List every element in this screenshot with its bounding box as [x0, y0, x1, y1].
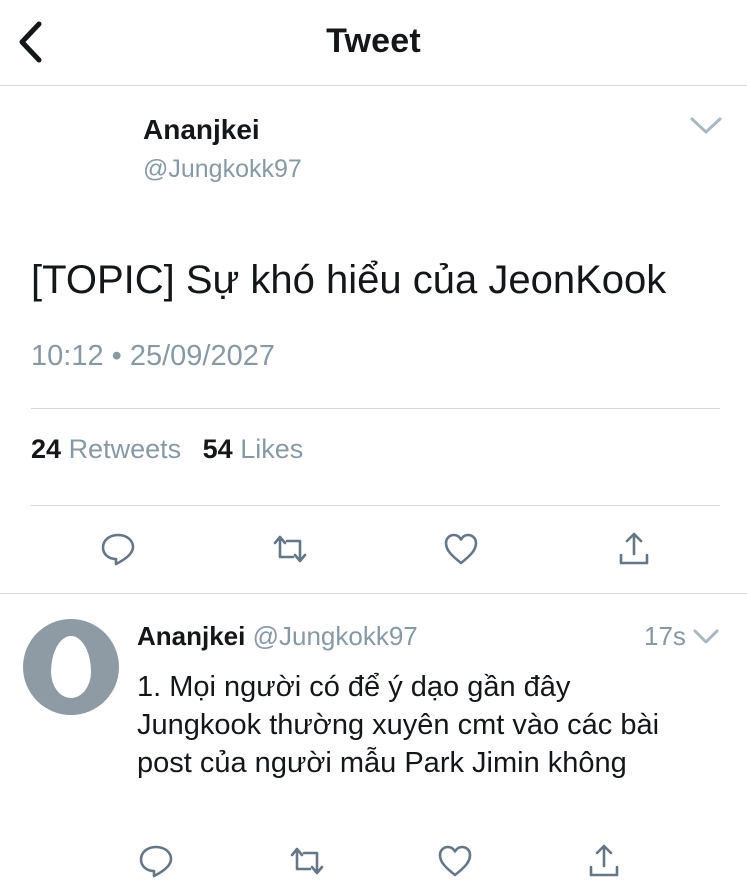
reply-timestamp: 17s: [644, 621, 686, 651]
retweets-stat[interactable]: 24 Retweets: [31, 434, 181, 464]
like-button[interactable]: [433, 839, 477, 883]
nav-bar: Tweet: [0, 0, 747, 86]
reply-button[interactable]: [134, 839, 178, 883]
reply-header: Ananjkei @Jungkokk97: [137, 621, 418, 652]
share-icon: [589, 844, 619, 877]
chevron-down-icon: [690, 117, 722, 134]
page-title: Tweet: [326, 22, 421, 60]
like-icon: [438, 845, 472, 877]
retweet-button[interactable]: [268, 527, 312, 571]
default-egg-avatar-icon: [51, 636, 91, 698]
retweet-button[interactable]: [285, 839, 329, 883]
reply-text: 1. Mọi người có để ý dạo gần đây Jungkoo…: [137, 671, 660, 779]
avatar[interactable]: [23, 619, 119, 715]
reply-options-button[interactable]: [692, 626, 720, 648]
retweets-count: 24: [31, 434, 62, 464]
tweet-stats: 24 Retweets 54 Likes: [31, 434, 317, 465]
tweet-timestamp: 10:12 • 25/09/2027: [31, 340, 275, 372]
retweet-icon: [273, 535, 307, 563]
like-icon: [444, 533, 478, 565]
like-button[interactable]: [439, 527, 483, 571]
section-divider: [0, 593, 747, 594]
reply-author-handle[interactable]: @Jungkokk97: [253, 621, 418, 651]
retweet-icon: [290, 847, 324, 875]
reply-icon: [101, 533, 135, 566]
reply-button[interactable]: [96, 527, 140, 571]
tweet-author-handle[interactable]: @Jungkokk97: [143, 155, 302, 184]
share-button[interactable]: [582, 839, 626, 883]
likes-label: Likes: [240, 434, 304, 464]
tweet-author-name[interactable]: Ananjkei: [143, 114, 260, 146]
likes-stat[interactable]: 54 Likes: [203, 434, 304, 464]
share-icon: [619, 532, 649, 565]
divider: [31, 505, 720, 506]
divider: [31, 408, 720, 409]
share-button[interactable]: [612, 527, 656, 571]
reply-icon: [139, 845, 173, 878]
likes-count: 54: [202, 434, 233, 464]
tweet-options-button[interactable]: [688, 112, 724, 140]
tweet-text: [TOPIC] Sự khó hiểu của JeonKook: [31, 258, 667, 302]
retweets-label: Retweets: [68, 434, 182, 464]
chevron-down-icon: [693, 629, 719, 644]
reply-author-name[interactable]: Ananjkei: [137, 621, 245, 651]
